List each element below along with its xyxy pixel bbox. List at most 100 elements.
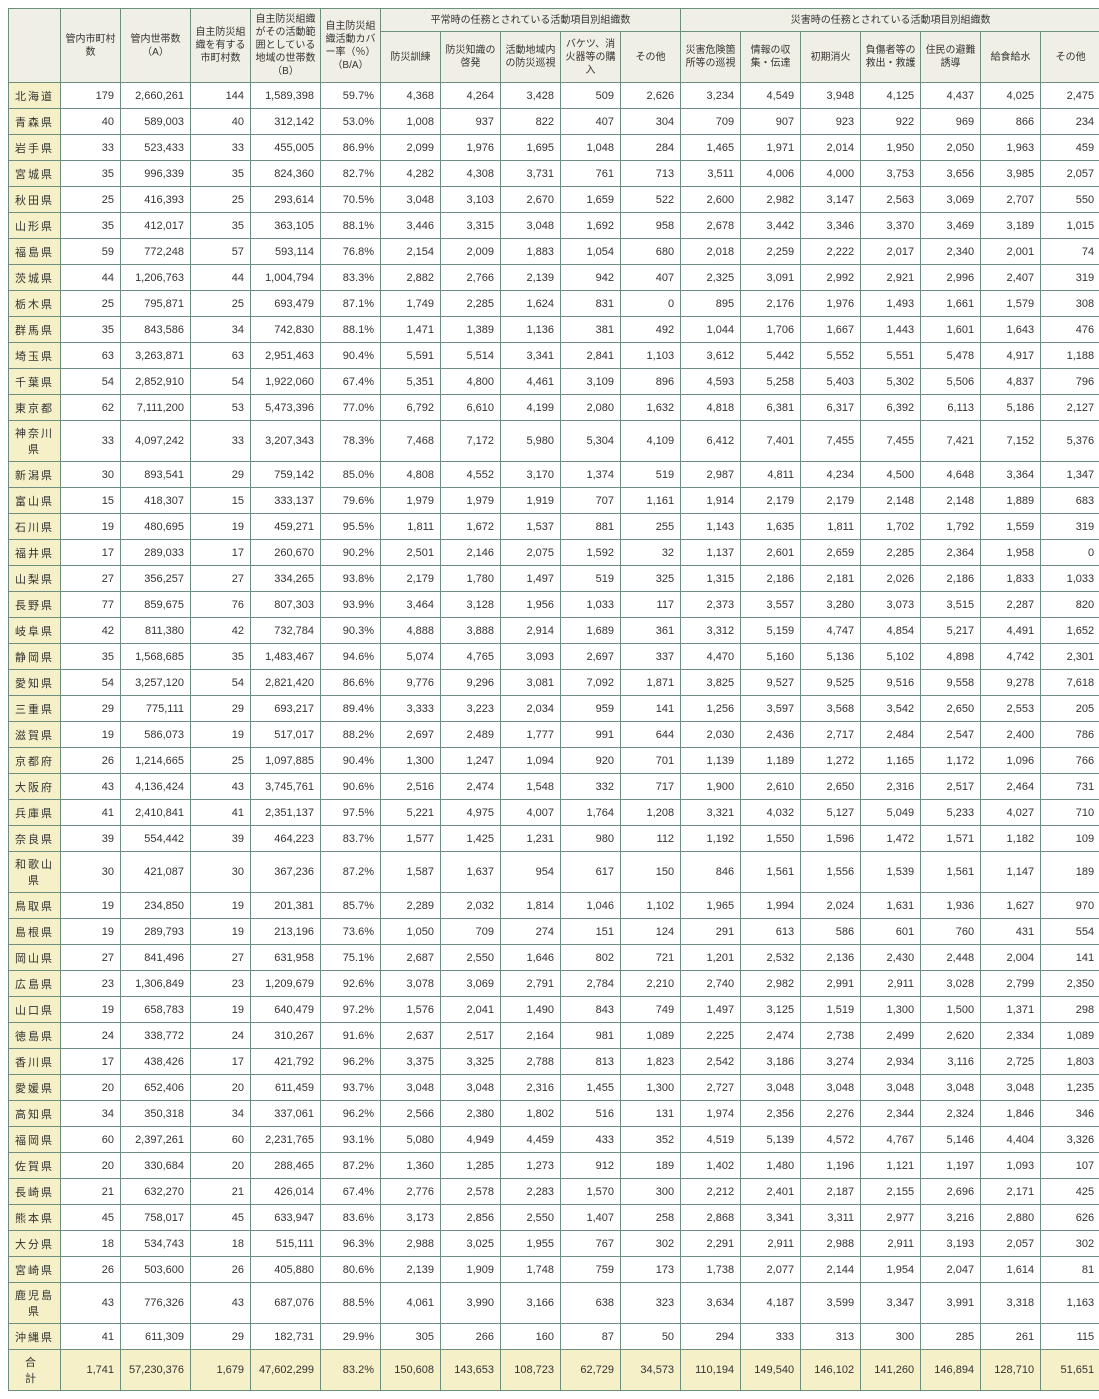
table-row: 香川県17438,42617421,79296.2%3,3753,3252,78… <box>9 1049 1099 1075</box>
data-cell: 41 <box>191 800 251 826</box>
data-cell: 5,506 <box>921 369 981 395</box>
data-cell: 2,499 <box>861 1023 921 1049</box>
data-cell: 1,802 <box>501 1101 561 1127</box>
data-cell: 338,772 <box>121 1023 191 1049</box>
pref-name: 福井県 <box>9 540 61 566</box>
data-cell: 7,111,200 <box>121 395 191 421</box>
table-row: 富山県15418,30715333,13779.6%1,9791,9791,91… <box>9 488 1099 514</box>
data-cell: 1,235 <box>1041 1075 1099 1101</box>
table-row: 愛媛県20652,40620611,45993.7%3,0483,0482,31… <box>9 1075 1099 1101</box>
data-cell: 19 <box>61 514 121 540</box>
data-cell: 632,270 <box>121 1179 191 1205</box>
data-cell: 3,207,343 <box>251 421 321 462</box>
data-cell: 759 <box>561 1257 621 1283</box>
data-cell: 3,025 <box>441 1231 501 1257</box>
col-g1-3: バケツ、消火器等の購入 <box>561 32 621 83</box>
data-cell: 1,172 <box>921 748 981 774</box>
data-cell: 2,868 <box>681 1205 741 1231</box>
data-cell: 1,048 <box>561 135 621 161</box>
data-cell: 4,500 <box>861 462 921 488</box>
data-cell: 2,018 <box>681 239 741 265</box>
data-cell: 19 <box>191 893 251 919</box>
data-cell: 3,333 <box>381 696 441 722</box>
data-cell: 87.2% <box>321 1153 381 1179</box>
data-cell: 1,823 <box>621 1049 681 1075</box>
data-cell: 767 <box>561 1231 621 1257</box>
data-cell: 293,614 <box>251 187 321 213</box>
data-cell: 4,949 <box>441 1127 501 1153</box>
data-cell: 640,479 <box>251 997 321 1023</box>
data-cell: 416,393 <box>121 187 191 213</box>
data-cell: 2,566 <box>381 1101 441 1127</box>
data-cell: 2,610 <box>741 774 801 800</box>
data-cell: 693,479 <box>251 291 321 317</box>
data-cell: 1,979 <box>381 488 441 514</box>
data-cell: 1,188 <box>1041 343 1099 369</box>
data-cell: 2,148 <box>861 488 921 514</box>
data-cell: 2,484 <box>861 722 921 748</box>
data-cell: 43 <box>191 1283 251 1324</box>
data-cell: 3,745,761 <box>251 774 321 800</box>
data-cell: 1,749 <box>381 291 441 317</box>
data-cell: 2,099 <box>381 135 441 161</box>
data-cell: 3,216 <box>921 1205 981 1231</box>
data-cell: 3,091 <box>741 265 801 291</box>
data-cell: 160 <box>501 1324 561 1350</box>
data-cell: 1,033 <box>1041 566 1099 592</box>
data-cell: 4,368 <box>381 83 441 109</box>
table-row: 北海道1792,660,2611441,589,39859.7%4,3684,2… <box>9 83 1099 109</box>
data-cell: 2,017 <box>861 239 921 265</box>
data-cell: 4,888 <box>381 618 441 644</box>
data-cell: 4,404 <box>981 1127 1041 1153</box>
data-cell: 332 <box>561 774 621 800</box>
pref-name: 滋賀県 <box>9 722 61 748</box>
data-cell: 93.7% <box>321 1075 381 1101</box>
data-cell: 9,525 <box>801 670 861 696</box>
data-cell: 30 <box>191 852 251 893</box>
data-cell: 3,048 <box>981 1075 1041 1101</box>
data-cell: 958 <box>621 213 681 239</box>
data-cell: 2,034 <box>501 696 561 722</box>
table-row: 大阪府434,136,424433,745,76190.6%2,5162,474… <box>9 774 1099 800</box>
data-cell: 3,170 <box>501 462 561 488</box>
data-cell: 29 <box>191 696 251 722</box>
data-cell: 24 <box>191 1023 251 1049</box>
table-row: 宮城県35996,33935824,36082.7%4,2824,3083,73… <box>9 161 1099 187</box>
data-cell: 707 <box>561 488 621 514</box>
data-cell: 201,381 <box>251 893 321 919</box>
data-cell: 1,093 <box>981 1153 1041 1179</box>
data-cell: 2,921 <box>861 265 921 291</box>
table-row: 神奈川県334,097,242333,207,34378.3%7,4687,17… <box>9 421 1099 462</box>
data-cell: 476 <box>1041 317 1099 343</box>
data-cell: 617 <box>561 852 621 893</box>
data-cell: 713 <box>621 161 681 187</box>
data-cell: 1,483,467 <box>251 644 321 670</box>
data-cell: 2,210 <box>621 971 681 997</box>
data-cell: 3,568 <box>801 696 861 722</box>
data-cell: 141 <box>1041 945 1099 971</box>
data-cell: 1,189 <box>741 748 801 774</box>
data-cell: 141 <box>621 696 681 722</box>
data-cell: 937 <box>441 109 501 135</box>
data-cell: 1,231 <box>501 826 561 852</box>
data-cell: 1,147 <box>981 852 1041 893</box>
data-cell: 1,706 <box>741 317 801 343</box>
data-cell: 954 <box>501 852 561 893</box>
data-cell: 717 <box>621 774 681 800</box>
data-cell: 1,285 <box>441 1153 501 1179</box>
data-cell: 425 <box>1041 1179 1099 1205</box>
data-cell: 29 <box>191 1324 251 1350</box>
data-cell: 2,077 <box>741 1257 801 1283</box>
data-cell: 981 <box>561 1023 621 1049</box>
data-cell: 3,078 <box>381 971 441 997</box>
data-cell: 2,225 <box>681 1023 741 1049</box>
data-cell: 761 <box>561 161 621 187</box>
data-cell: 2,697 <box>561 644 621 670</box>
data-cell: 27 <box>61 945 121 971</box>
data-cell: 766 <box>1041 748 1099 774</box>
data-cell: 333 <box>741 1324 801 1350</box>
data-cell: 3,634 <box>681 1283 741 1324</box>
data-cell: 41 <box>61 800 121 826</box>
data-cell: 1,197 <box>921 1153 981 1179</box>
col-pref <box>9 9 61 83</box>
